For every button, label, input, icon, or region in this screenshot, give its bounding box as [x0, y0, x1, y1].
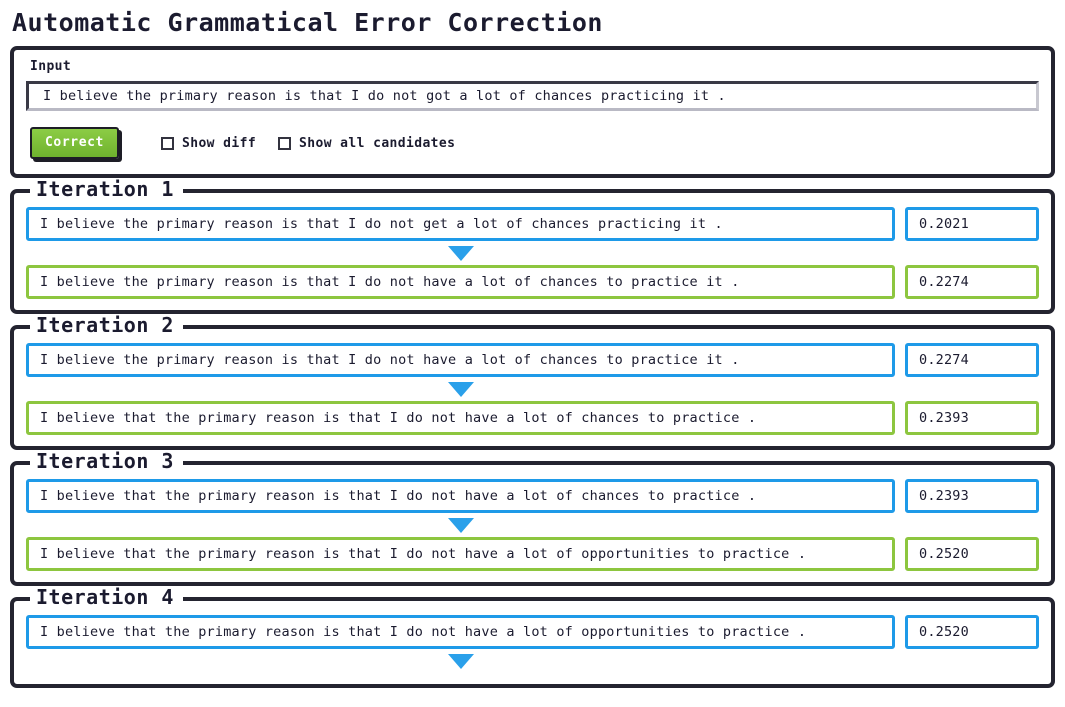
arrow-container — [26, 513, 895, 537]
candidate-row: I believe the primary reason is that I d… — [26, 265, 1039, 299]
correct-button[interactable]: Correct — [30, 127, 119, 159]
iteration-panel-3: Iteration 3 I believe that the primary r… — [10, 450, 1055, 586]
candidate-sentence[interactable]: I believe that the primary reason is tha… — [26, 479, 895, 513]
candidate-sentence[interactable]: I believe the primary reason is that I d… — [26, 207, 895, 241]
candidate-row: I believe the primary reason is that I d… — [26, 207, 1039, 241]
iteration-panel-1: Iteration 1 I believe the primary reason… — [10, 178, 1055, 314]
candidate-score: 0.2520 — [905, 537, 1039, 571]
candidate-row: I believe that the primary reason is tha… — [26, 615, 1039, 649]
candidate-sentence[interactable]: I believe the primary reason is that I d… — [26, 265, 895, 299]
candidate-score: 0.2274 — [905, 265, 1039, 299]
candidate-sentence[interactable]: I believe that the primary reason is tha… — [26, 401, 895, 435]
show-all-candidates-checkbox-group[interactable]: Show all candidates — [278, 136, 455, 151]
arrow-container — [26, 649, 895, 673]
show-all-candidates-checkbox[interactable] — [278, 136, 292, 150]
candidate-score: 0.2393 — [905, 401, 1039, 435]
input-label: Input — [30, 59, 72, 74]
arrow-down-icon — [447, 654, 474, 669]
candidate-sentence[interactable]: I believe that the primary reason is tha… — [26, 615, 895, 649]
arrow-container — [26, 377, 895, 401]
show-diff-label[interactable]: Show diff — [182, 136, 256, 151]
candidate-row: I believe that the primary reason is tha… — [26, 537, 1039, 571]
show-all-candidates-label[interactable]: Show all candidates — [299, 136, 455, 151]
sentence-input[interactable] — [26, 81, 1039, 111]
iteration-legend: Iteration 4 — [30, 586, 183, 608]
arrow-down-icon — [447, 518, 474, 533]
iteration-legend: Iteration 2 — [30, 314, 183, 336]
candidate-score: 0.2021 — [905, 207, 1039, 241]
candidate-score: 0.2393 — [905, 479, 1039, 513]
show-diff-checkbox-group[interactable]: Show diff — [161, 136, 256, 151]
input-panel: Input Correct Show diff Show all candida… — [10, 46, 1055, 178]
page-root: Automatic Grammatical Error Correction I… — [0, 0, 1065, 688]
candidate-sentence[interactable]: I believe the primary reason is that I d… — [26, 343, 895, 377]
candidate-row: I believe the primary reason is that I d… — [26, 343, 1039, 377]
show-diff-checkbox[interactable] — [161, 136, 174, 150]
iteration-legend: Iteration 1 — [30, 178, 183, 200]
candidate-score: 0.2274 — [905, 343, 1039, 377]
candidate-row: I believe that the primary reason is tha… — [26, 401, 1039, 435]
candidate-score: 0.2520 — [905, 615, 1039, 649]
iteration-panel-4: Iteration 4 I believe that the primary r… — [10, 586, 1055, 688]
candidate-sentence[interactable]: I believe that the primary reason is tha… — [26, 537, 895, 571]
iteration-legend: Iteration 3 — [30, 450, 183, 472]
page-title: Automatic Grammatical Error Correction — [12, 8, 603, 37]
arrow-container — [26, 241, 895, 265]
arrow-down-icon — [447, 246, 474, 261]
candidate-row: I believe that the primary reason is tha… — [26, 479, 1039, 513]
arrow-down-icon — [447, 382, 474, 397]
iteration-panel-2: Iteration 2 I believe the primary reason… — [10, 314, 1055, 450]
controls-row: Correct Show diff Show all candidates — [26, 127, 1039, 159]
